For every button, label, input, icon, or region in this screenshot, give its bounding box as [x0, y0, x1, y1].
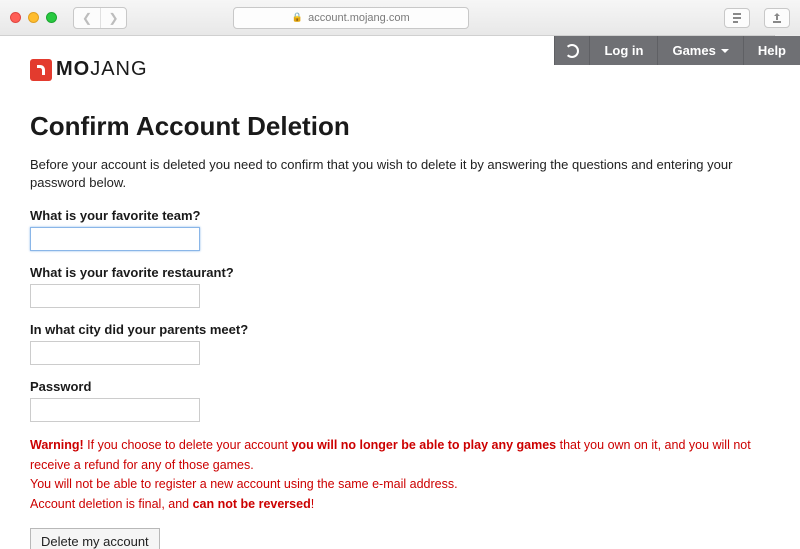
q2-label: What is your favorite restaurant? [30, 265, 770, 280]
site-top-nav: Log in Games Help [554, 36, 800, 65]
nav-help-button[interactable]: Help [743, 36, 800, 65]
delete-account-button[interactable]: Delete my account [30, 528, 160, 549]
q2-input[interactable] [30, 284, 200, 308]
window-controls [10, 12, 57, 23]
password-field: Password [30, 379, 770, 422]
address-bar[interactable]: 🔒 account.mojang.com [233, 7, 469, 29]
q3-input[interactable] [30, 341, 200, 365]
forward-button[interactable]: ❯ [100, 8, 126, 28]
security-question-2-field: What is your favorite restaurant? [30, 265, 770, 308]
minimize-window-button[interactable] [28, 12, 39, 23]
intro-text: Before your account is deleted you need … [30, 156, 770, 192]
reader-icon [731, 12, 743, 24]
password-input[interactable] [30, 398, 200, 422]
nav-refresh-button[interactable] [554, 36, 589, 65]
zoom-window-button[interactable] [46, 12, 57, 23]
q1-input[interactable] [30, 227, 200, 251]
close-window-button[interactable] [10, 12, 21, 23]
warning-text: Warning! If you choose to delete your ac… [30, 436, 770, 514]
url-text: account.mojang.com [308, 12, 410, 24]
share-icon [771, 12, 783, 24]
reader-button[interactable] [724, 8, 750, 28]
nav-help-label: Help [758, 43, 786, 58]
logo-text: MOJANG [56, 58, 148, 81]
delete-button-label: Delete my account [41, 534, 149, 549]
browser-toolbar: ❮ ❯ 🔒 account.mojang.com + [0, 0, 800, 36]
page-content: Log in Games Help MOJANG Confirm Account… [0, 36, 800, 549]
security-question-1-field: What is your favorite team? [30, 208, 770, 251]
nav-back-forward: ❮ ❯ [73, 7, 127, 29]
password-label: Password [30, 379, 770, 394]
chevron-down-icon [721, 49, 729, 53]
lock-icon: 🔒 [292, 12, 303, 23]
nav-games-dropdown[interactable]: Games [657, 36, 742, 65]
page-title: Confirm Account Deletion [30, 111, 770, 142]
q1-label: What is your favorite team? [30, 208, 770, 223]
back-button[interactable]: ❮ [74, 8, 100, 28]
share-button[interactable] [764, 8, 790, 28]
q3-label: In what city did your parents meet? [30, 322, 770, 337]
logo-mark-icon [30, 59, 52, 81]
nav-login-button[interactable]: Log in [589, 36, 657, 65]
security-question-3-field: In what city did your parents meet? [30, 322, 770, 365]
refresh-icon [565, 44, 579, 58]
nav-games-label: Games [672, 43, 715, 58]
nav-login-label: Log in [604, 43, 643, 58]
